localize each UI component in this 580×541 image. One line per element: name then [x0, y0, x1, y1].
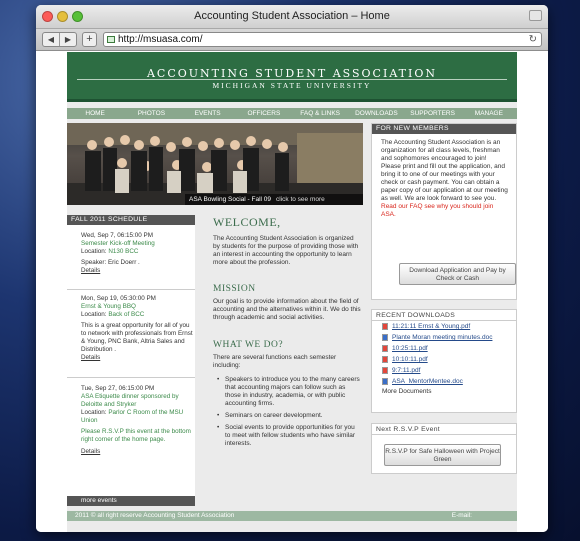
event-item: Mon, Sep 19, 05:30:00 PM Ernst & Young B…	[67, 295, 195, 362]
what-we-do-heading: WHAT WE DO?	[213, 340, 284, 350]
site-container: ACCOUNTING STUDENT ASSOCIATION MICHIGAN …	[67, 52, 517, 532]
event-title[interactable]: Semester Kick-off Meeting	[81, 240, 195, 248]
add-bookmark-button[interactable]: +	[82, 32, 97, 47]
address-text: http://msuasa.com/	[118, 34, 203, 45]
hero-caption-bar: ASA Bowling Social - Fall 09 click to see…	[185, 194, 363, 205]
download-item: 9:7:11.pdf	[372, 365, 516, 376]
schedule-heading: FALL 2011 SCHEDULE	[67, 215, 195, 225]
site-banner: ACCOUNTING STUDENT ASSOCIATION MICHIGAN …	[67, 52, 517, 102]
new-members-heading: FOR NEW MEMBERS	[372, 124, 516, 134]
window-title: Accounting Student Association – Home	[194, 10, 390, 22]
new-members-instructions: Please print and fill out the applicatio…	[381, 163, 508, 202]
event-date: Mon, Sep 19, 05:30:00 PM	[81, 295, 156, 302]
pdf-icon	[382, 355, 388, 363]
event-item: Wed, Sep 7, 06:15:00 PM Semester Kick-of…	[67, 232, 195, 275]
toolbar-toggle-button[interactable]	[529, 10, 542, 21]
event-title[interactable]: Ernst & Young BBQ	[81, 303, 195, 311]
new-members-intro: The Accounting Student Association is an…	[381, 139, 501, 162]
event-description: Please R.S.V.P this event at the bottom …	[81, 428, 191, 443]
list-item: Seminars on career development.	[213, 412, 361, 420]
download-link[interactable]: ASA_MentorMentee.doc	[392, 378, 463, 385]
back-button[interactable]: ◀	[43, 33, 60, 46]
hero-see-more-link[interactable]: click to see more	[276, 196, 325, 203]
download-application-button[interactable]: Download Application and Pay by Check or…	[399, 263, 516, 285]
nav-faq-links[interactable]: FAQ & LINKS	[292, 108, 348, 119]
browser-window: Accounting Student Association – Home ◀ …	[36, 5, 548, 532]
nav-officers[interactable]: OFFICERS	[236, 108, 292, 119]
nav-manage[interactable]: MANAGE	[461, 108, 517, 119]
page-viewport: ACCOUNTING STUDENT ASSOCIATION MICHIGAN …	[36, 52, 548, 532]
event-date: Wed, Sep 7, 06:15:00 PM	[81, 232, 153, 239]
footer-email-link[interactable]: E-mail:	[452, 511, 472, 521]
title-bar: Accounting Student Association – Home	[36, 5, 548, 29]
rsvp-button[interactable]: R.S.V.P for Safe Halloween with Project …	[384, 444, 501, 466]
pdf-icon	[382, 344, 388, 352]
list-item: Social events to provide opportunities f…	[213, 424, 361, 448]
event-details-link[interactable]: Details	[81, 267, 195, 275]
event-details-link[interactable]: Details	[81, 448, 195, 456]
download-item: 11:21:11 Ernst & Young.pdf	[372, 321, 516, 332]
main-nav: HOME PHOTOS EVENTS OFFICERS FAQ & LINKS …	[67, 108, 517, 119]
download-item: ASA_MentorMentee.doc	[372, 376, 516, 387]
forward-button[interactable]: ▶	[60, 33, 76, 46]
what-we-do-text: There are several functions each semeste…	[213, 354, 337, 369]
event-title[interactable]: ASA Etiquette dinner sponsored by Deloit…	[81, 393, 195, 409]
event-description: This is a great opportunity for all of y…	[81, 322, 193, 353]
download-link[interactable]: Plante Moran meeting minutes.doc	[392, 334, 492, 341]
event-description: Speaker: Eric Doerr .	[81, 259, 140, 266]
more-events-link[interactable]: more events	[67, 496, 195, 506]
hero-photo[interactable]: ASA Bowling Social - Fall 09 click to see…	[67, 123, 363, 205]
download-link[interactable]: 10:10:11.pdf	[392, 356, 428, 363]
rsvp-heading: Next R.S.V.P Event	[372, 424, 516, 435]
mission-heading: MISSION	[213, 284, 256, 294]
site-favicon-icon	[107, 36, 115, 43]
nav-buttons: ◀ ▶	[42, 32, 77, 47]
welcome-text: The Accounting Student Association is or…	[213, 235, 359, 266]
hero-caption: ASA Bowling Social - Fall 09	[189, 196, 272, 203]
pdf-icon	[382, 322, 388, 330]
download-link[interactable]: 11:21:11 Ernst & Young.pdf	[392, 323, 470, 330]
event-details-link[interactable]: Details	[81, 354, 195, 362]
footer-copyright: 2011 © all right reserve Accounting Stud…	[75, 512, 235, 519]
event-location: Location: Parlor C Room of the MSU Union	[81, 409, 184, 424]
event-location: Location: Back of BCC	[81, 311, 145, 318]
mission-text: Our goal is to provide information about…	[213, 298, 361, 321]
download-item: 10:25:11.pdf	[372, 343, 516, 354]
event-divider	[67, 377, 195, 378]
recent-downloads-panel: RECENT DOWNLOADS 11:21:11 Ernst & Young.…	[371, 309, 517, 413]
functions-list: Speakers to introduce you to the many ca…	[213, 376, 361, 452]
event-location: Location: N130 BCC	[81, 248, 139, 255]
more-documents-link[interactable]: More Documents	[372, 387, 516, 397]
site-subtitle: MICHIGAN STATE UNIVERSITY	[212, 81, 372, 90]
address-bar[interactable]: http://msuasa.com/ ↻	[103, 32, 542, 47]
site-footer: 2011 © all right reserve Accounting Stud…	[67, 511, 517, 521]
welcome-heading: WELCOME,	[213, 215, 281, 229]
faq-link[interactable]: Read our FAQ see why you should join ASA…	[372, 203, 516, 219]
doc-icon	[382, 333, 388, 341]
event-item: Tue, Sep 27, 06:15:00 PM ASA Etiquette d…	[67, 385, 195, 456]
schedule-panel: FALL 2011 SCHEDULE Wed, Sep 7, 06:15:00 …	[67, 215, 195, 506]
list-item: Speakers to introduce you to the many ca…	[213, 376, 361, 408]
banner-divider	[77, 79, 507, 80]
download-item: Plante Moran meeting minutes.doc	[372, 332, 516, 343]
nav-supporters[interactable]: SUPPORTERS	[405, 108, 461, 119]
reload-icon[interactable]: ↻	[529, 33, 537, 46]
nav-photos[interactable]: PHOTOS	[123, 108, 179, 119]
download-link[interactable]: 10:25:11.pdf	[392, 345, 428, 352]
browser-toolbar: ◀ ▶ + http://msuasa.com/ ↻	[36, 29, 548, 51]
pdf-icon	[382, 366, 388, 374]
event-date: Tue, Sep 27, 06:15:00 PM	[81, 385, 155, 392]
download-link[interactable]: 9:7:11.pdf	[392, 367, 420, 374]
download-item: 10:10:11.pdf	[372, 354, 516, 365]
rsvp-panel: Next R.S.V.P Event R.S.V.P for Safe Hall…	[371, 423, 517, 474]
nav-home[interactable]: HOME	[67, 108, 123, 119]
doc-icon	[382, 377, 388, 385]
recent-downloads-heading: RECENT DOWNLOADS	[372, 310, 516, 321]
group-photo-image	[67, 123, 363, 205]
nav-events[interactable]: EVENTS	[180, 108, 236, 119]
main-content: WELCOME, The Accounting Student Associat…	[213, 215, 363, 515]
nav-downloads[interactable]: DOWNLOADS	[348, 108, 404, 119]
new-members-panel: FOR NEW MEMBERS The Accounting Student A…	[371, 123, 517, 300]
event-divider	[67, 289, 195, 290]
